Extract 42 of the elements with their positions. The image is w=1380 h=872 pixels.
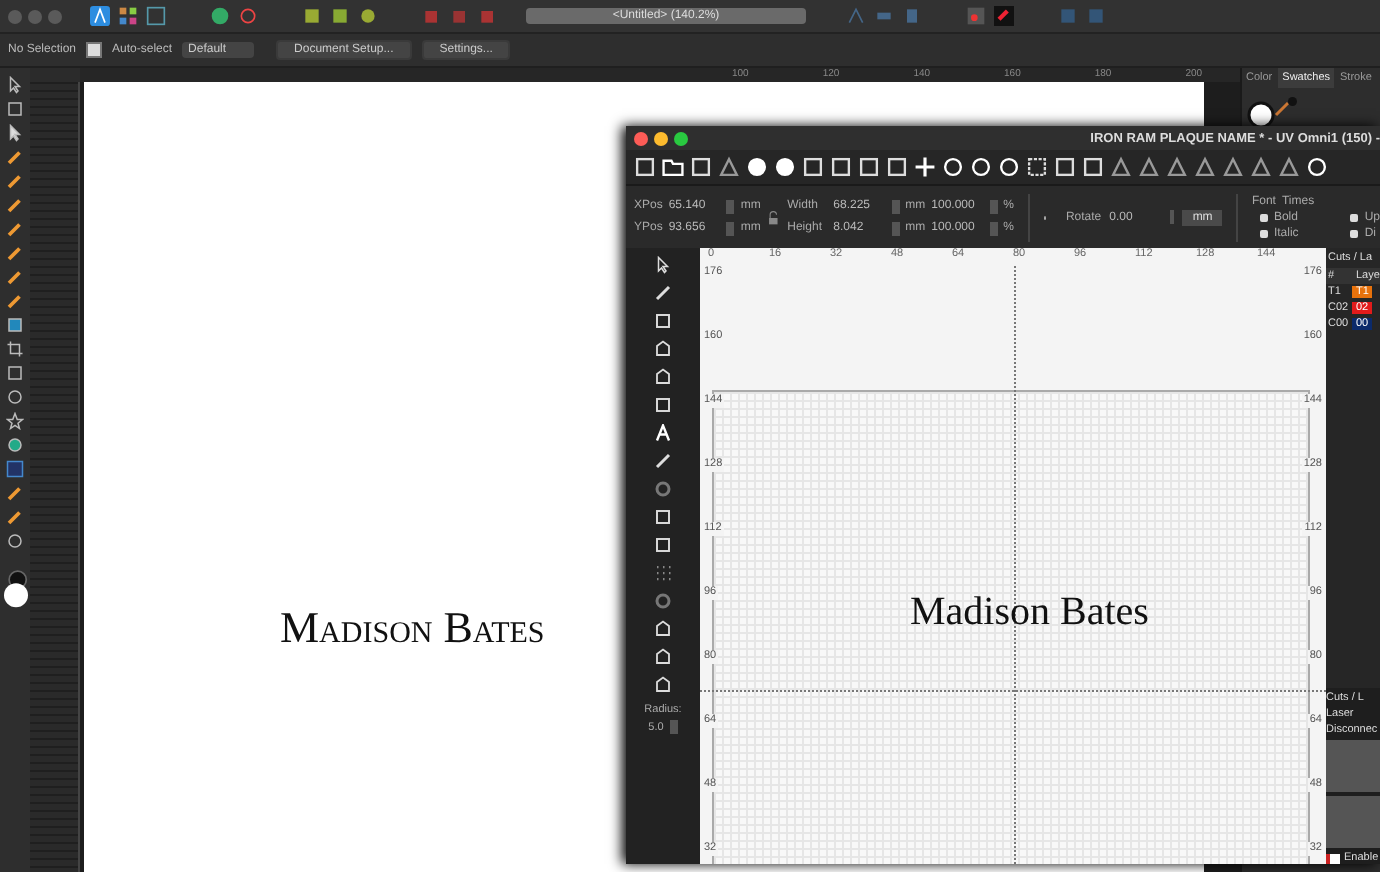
circle-icon[interactable] (746, 156, 768, 178)
brush-tool-icon[interactable] (6, 196, 24, 214)
auto-select-checkbox[interactable] (86, 42, 103, 58)
minimize-icon[interactable] (654, 131, 668, 145)
star-tool-icon[interactable] (6, 412, 24, 430)
ellipse-tool-icon[interactable] (6, 388, 24, 406)
play-icon[interactable] (1222, 156, 1244, 178)
enable-checkbox[interactable] (1326, 853, 1340, 863)
ruler-tool-icon[interactable] (654, 452, 672, 470)
crop-tool-icon[interactable] (6, 340, 24, 358)
font-option-checkbox[interactable] (1350, 229, 1359, 237)
name-text: Madison Bates (280, 602, 545, 654)
rect-tool-icon[interactable] (654, 312, 672, 330)
font-option-checkbox[interactable] (1259, 213, 1268, 221)
grid-icon[interactable] (118, 6, 138, 26)
pointer-tool-icon[interactable] (6, 76, 24, 94)
corner-tool-icon[interactable] (6, 124, 24, 142)
polygon-tool-icon[interactable] (654, 340, 672, 358)
font-option-checkbox[interactable] (1350, 213, 1359, 221)
warn-icon[interactable] (1250, 156, 1272, 178)
pencil-tool-icon[interactable] (6, 508, 24, 526)
pencil-tool-icon[interactable] (6, 172, 24, 190)
pointer-tool-icon[interactable] (654, 256, 672, 274)
ring-tool-icon[interactable] (654, 480, 672, 498)
color-swatch-icon[interactable] (3, 568, 27, 612)
open-icon[interactable] (662, 156, 684, 178)
circle-icon[interactable] (774, 156, 796, 178)
rect-tool-icon[interactable] (6, 364, 24, 382)
close-icon[interactable] (634, 131, 648, 145)
select-icon[interactable] (1026, 156, 1048, 178)
name-text[interactable]: Madison Bates (910, 590, 1149, 636)
laser-panel (1326, 740, 1380, 792)
lock-icon[interactable] (768, 207, 780, 227)
brush-tool-icon[interactable] (6, 244, 24, 262)
move-icon[interactable] (914, 156, 936, 178)
pen-tool-icon[interactable] (654, 284, 672, 302)
frame-tool-icon[interactable] (654, 396, 672, 414)
font-option-checkbox[interactable] (1259, 229, 1268, 237)
blob-tool-icon[interactable] (6, 436, 24, 454)
pen-tool-icon[interactable] (6, 148, 24, 166)
laser-panel (1326, 796, 1380, 848)
app-logo-icon[interactable] (90, 6, 110, 26)
